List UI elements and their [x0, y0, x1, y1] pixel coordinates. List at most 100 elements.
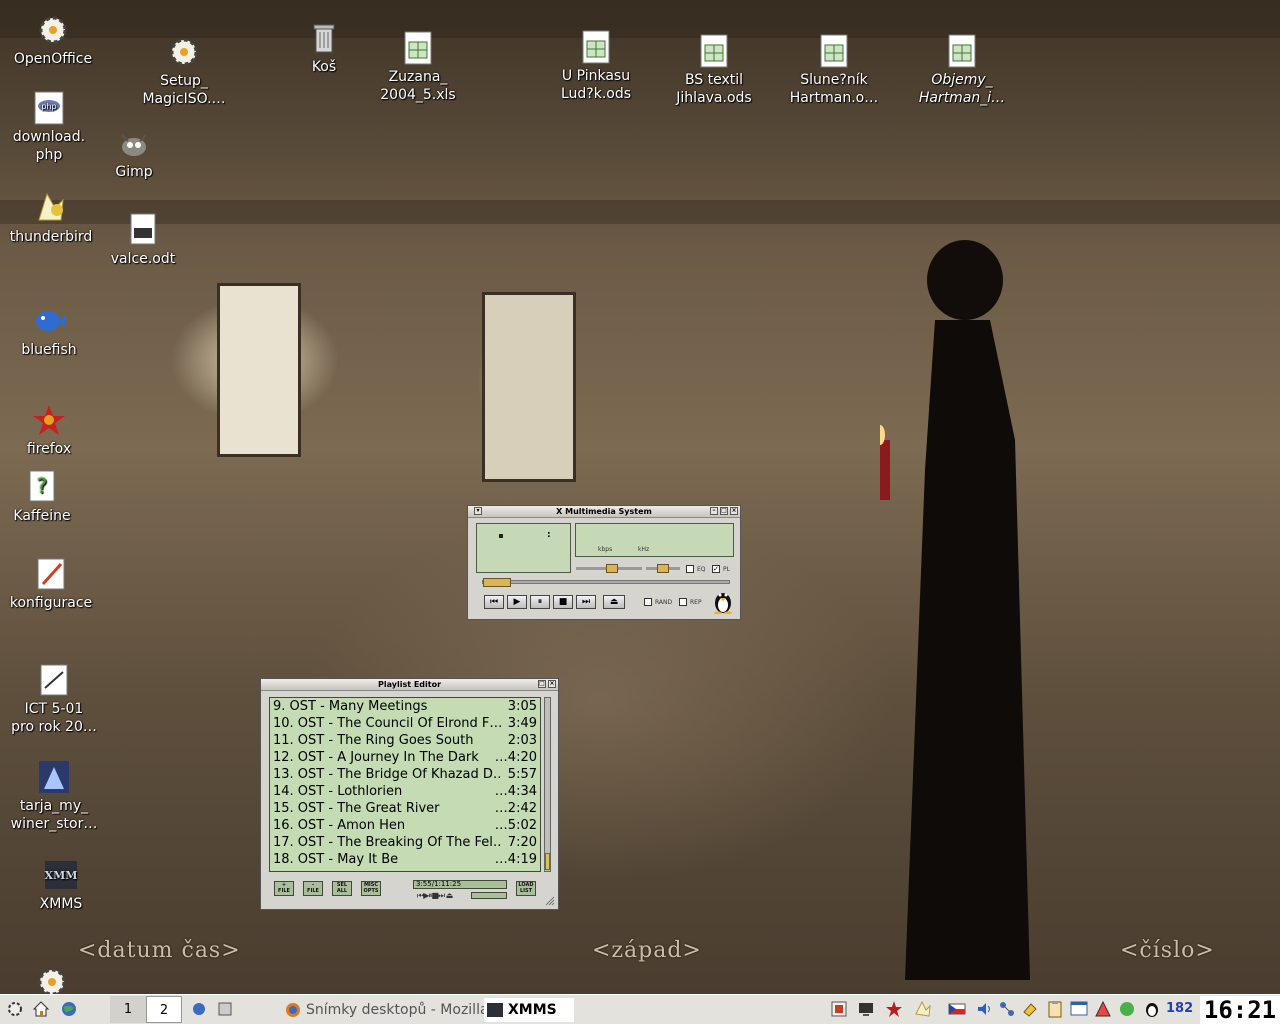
volume-knob[interactable] — [606, 564, 618, 573]
minimize-button[interactable]: – — [710, 507, 718, 515]
stop-button[interactable]: ■ — [553, 595, 573, 609]
playlist-row[interactable]: 11. OST - The Ring Goes South 2:03 — [270, 732, 540, 749]
close-button[interactable]: × — [730, 507, 738, 515]
tray-counter[interactable]: 182 — [1166, 1001, 1193, 1016]
playlist-row[interactable]: 16. OST - Amon Hen …5:02 — [270, 817, 540, 834]
playlist-row[interactable]: 14. OST - Lothlorien …4:34 — [270, 783, 540, 800]
playlist-scrollbar[interactable] — [544, 697, 551, 872]
desktop-icon-bluefish[interactable]: bluefish — [4, 303, 94, 359]
network-icon[interactable] — [998, 1000, 1016, 1018]
pause-button[interactable]: ⏸ — [530, 595, 550, 609]
window-list-icon[interactable] — [1070, 1000, 1088, 1018]
next-button[interactable]: ⏭ — [576, 595, 596, 609]
kopete-icon[interactable] — [1094, 1000, 1112, 1018]
tux-tray-icon[interactable] — [1143, 1000, 1161, 1018]
desktop-icon-trash[interactable]: Koš — [296, 20, 352, 76]
balance-slider[interactable] — [646, 564, 680, 573]
desktop-icon-setup-magiciso[interactable]: Setup_ MagicISO.… — [136, 34, 232, 108]
taskbar: 1 2 Snímky desktopů - Mozilla XMMS 182 1… — [0, 994, 1280, 1024]
icon-label: Setup_ MagicISO.… — [142, 73, 226, 107]
star-icon[interactable] — [885, 1000, 903, 1018]
track-title: 15. OST - The Great River — [273, 801, 440, 816]
app-launcher-icon[interactable] — [190, 1000, 208, 1018]
playlist-scroll-thumb[interactable] — [545, 853, 550, 870]
playlist-row[interactable]: 15. OST - The Great River …2:42 — [270, 800, 540, 817]
desktop-icon-konfigurace[interactable]: konfigurace — [6, 556, 96, 612]
clock[interactable]: 16:21 — [1200, 996, 1280, 1024]
desktop-icon-gimp[interactable]: Gimp — [96, 125, 172, 181]
seek-knob[interactable] — [483, 578, 511, 587]
misc-options-button[interactable]: MISC OPTS — [361, 881, 381, 896]
playlist-row[interactable]: 10. OST - The Council Of Elrond F… 3:49 — [270, 715, 540, 732]
openoffice-gear-icon — [35, 12, 71, 48]
shade-button[interactable]: □ — [538, 680, 546, 688]
playlist-editor-window[interactable]: Playlist Editor □ × 9. OST - Many Meetin… — [260, 678, 559, 910]
pager-desktop-1[interactable]: 1 — [110, 996, 146, 1023]
icon-label: Kaffeine — [13, 508, 71, 524]
volume-slider[interactable] — [576, 564, 642, 573]
desktop-icon-valce[interactable]: valce.odt — [98, 212, 188, 268]
desktop-icon-bs-textil[interactable]: BS textil Jihlava.ods — [664, 33, 764, 107]
desktop-icon-zuzana[interactable]: Zuzana_ 2004_5.xls — [368, 30, 468, 104]
remove-file-button[interactable]: - FILE — [303, 881, 323, 896]
desktop-icon-kaffeine[interactable]: ? Kaffeine — [0, 469, 84, 525]
previous-button[interactable]: ⏮ — [484, 595, 504, 609]
task-label: Snímky desktopů - Mozilla — [306, 1002, 489, 1018]
playlist-row[interactable]: 17. OST - The Breaking Of The Fel… 7:20 — [270, 834, 540, 851]
button-label-bottom: OPTS — [363, 888, 379, 894]
tux-icon[interactable] — [711, 588, 735, 614]
desktop-icon-objemy[interactable]: Objemy_ Hartman_i… — [912, 33, 1012, 107]
desktop-icon-thunderbird[interactable]: thunderbird — [6, 190, 96, 246]
shuffle-toggle[interactable] — [644, 598, 652, 606]
select-all-button[interactable]: SEL ALL — [332, 881, 352, 896]
display-icon[interactable] — [857, 1000, 875, 1018]
playlist-row[interactable]: 9. OST - Many Meetings 3:05 — [270, 698, 540, 715]
desktop-icon-xmms[interactable]: XMM XMMS — [16, 857, 106, 913]
load-list-button[interactable]: LOAD LIST — [516, 881, 536, 896]
seek-bar[interactable] — [482, 578, 730, 587]
playlist-track-list[interactable]: 9. OST - Many Meetings 3:05 10. OST - The … — [269, 697, 541, 872]
system-tool-icon[interactable] — [216, 1000, 234, 1018]
task-mozilla[interactable]: Snímky desktopů - Mozilla — [282, 998, 489, 1022]
shade-button[interactable]: □ — [720, 507, 728, 515]
add-file-button[interactable]: + FILE — [274, 881, 294, 896]
desktop-icon-tarja[interactable]: tarja_my_ winer_stor… — [6, 759, 102, 833]
bird-icon[interactable] — [914, 1000, 932, 1018]
desktop-icon-slunecnik[interactable]: Slune?ník Hartman.o… — [784, 33, 884, 107]
home-icon[interactable] — [32, 1000, 50, 1018]
desktop-icon-openoffice[interactable]: OpenOffice — [8, 12, 98, 68]
repeat-toggle[interactable] — [679, 598, 687, 606]
play-button[interactable]: ▶ — [507, 595, 527, 609]
eraser-icon[interactable] — [1021, 1000, 1039, 1018]
clipboard-icon[interactable] — [1046, 1000, 1064, 1018]
playlist-row[interactable]: 13. OST - The Bridge Of Khazad D… 5:57 — [270, 766, 540, 783]
desktop-icon-u-pinkasu[interactable]: U Pinkasu Lud?k.ods — [546, 29, 646, 103]
resize-grip-icon[interactable] — [545, 896, 555, 906]
mini-transport-controls[interactable]: ⏮▶⏸■⏭ ⏏ — [417, 891, 453, 900]
speaker-icon[interactable] — [975, 1000, 993, 1018]
xmms-menu-button[interactable]: ▾ — [474, 507, 482, 515]
mixer-icon[interactable] — [830, 1000, 848, 1018]
pl-toggle[interactable]: ✓ — [712, 565, 720, 573]
eq-toggle[interactable] — [686, 565, 694, 573]
status-green-icon[interactable] — [1118, 1000, 1136, 1018]
xmms-main-window[interactable]: ▾ X Multimedia System – □ × : kbps kHz E… — [467, 505, 741, 620]
pager-desktop-2[interactable]: 2 — [146, 996, 182, 1023]
track-duration: …5:02 — [494, 818, 537, 833]
task-xmms[interactable]: XMMS — [484, 998, 574, 1022]
balance-knob[interactable] — [657, 564, 669, 573]
kmenu-gear-icon[interactable] — [6, 1000, 24, 1018]
playlist-row[interactable]: 12. OST - A Journey In The Dark …4:20 — [270, 749, 540, 766]
browser-globe-icon[interactable] — [60, 1000, 78, 1018]
wallpaper-woman-figure — [880, 240, 1030, 980]
eject-button[interactable]: ⏏ — [603, 595, 625, 609]
time-readout: : — [547, 530, 551, 540]
xmms-titlebar[interactable]: ▾ X Multimedia System – □ × — [468, 506, 740, 518]
keyboard-layout-cz-icon[interactable] — [948, 1000, 966, 1018]
desktop-icon-ict[interactable]: ICT 5-01 pro rok 20… — [6, 662, 102, 736]
playlist-row[interactable]: 18. OST - May It Be …4:19 — [270, 851, 540, 868]
desktop-icon-download-php[interactable]: php download. php — [4, 90, 94, 164]
playlist-titlebar[interactable]: Playlist Editor □ × — [261, 679, 558, 691]
desktop-icon-firefox[interactable]: firefox — [4, 402, 94, 458]
close-button[interactable]: × — [548, 680, 556, 688]
